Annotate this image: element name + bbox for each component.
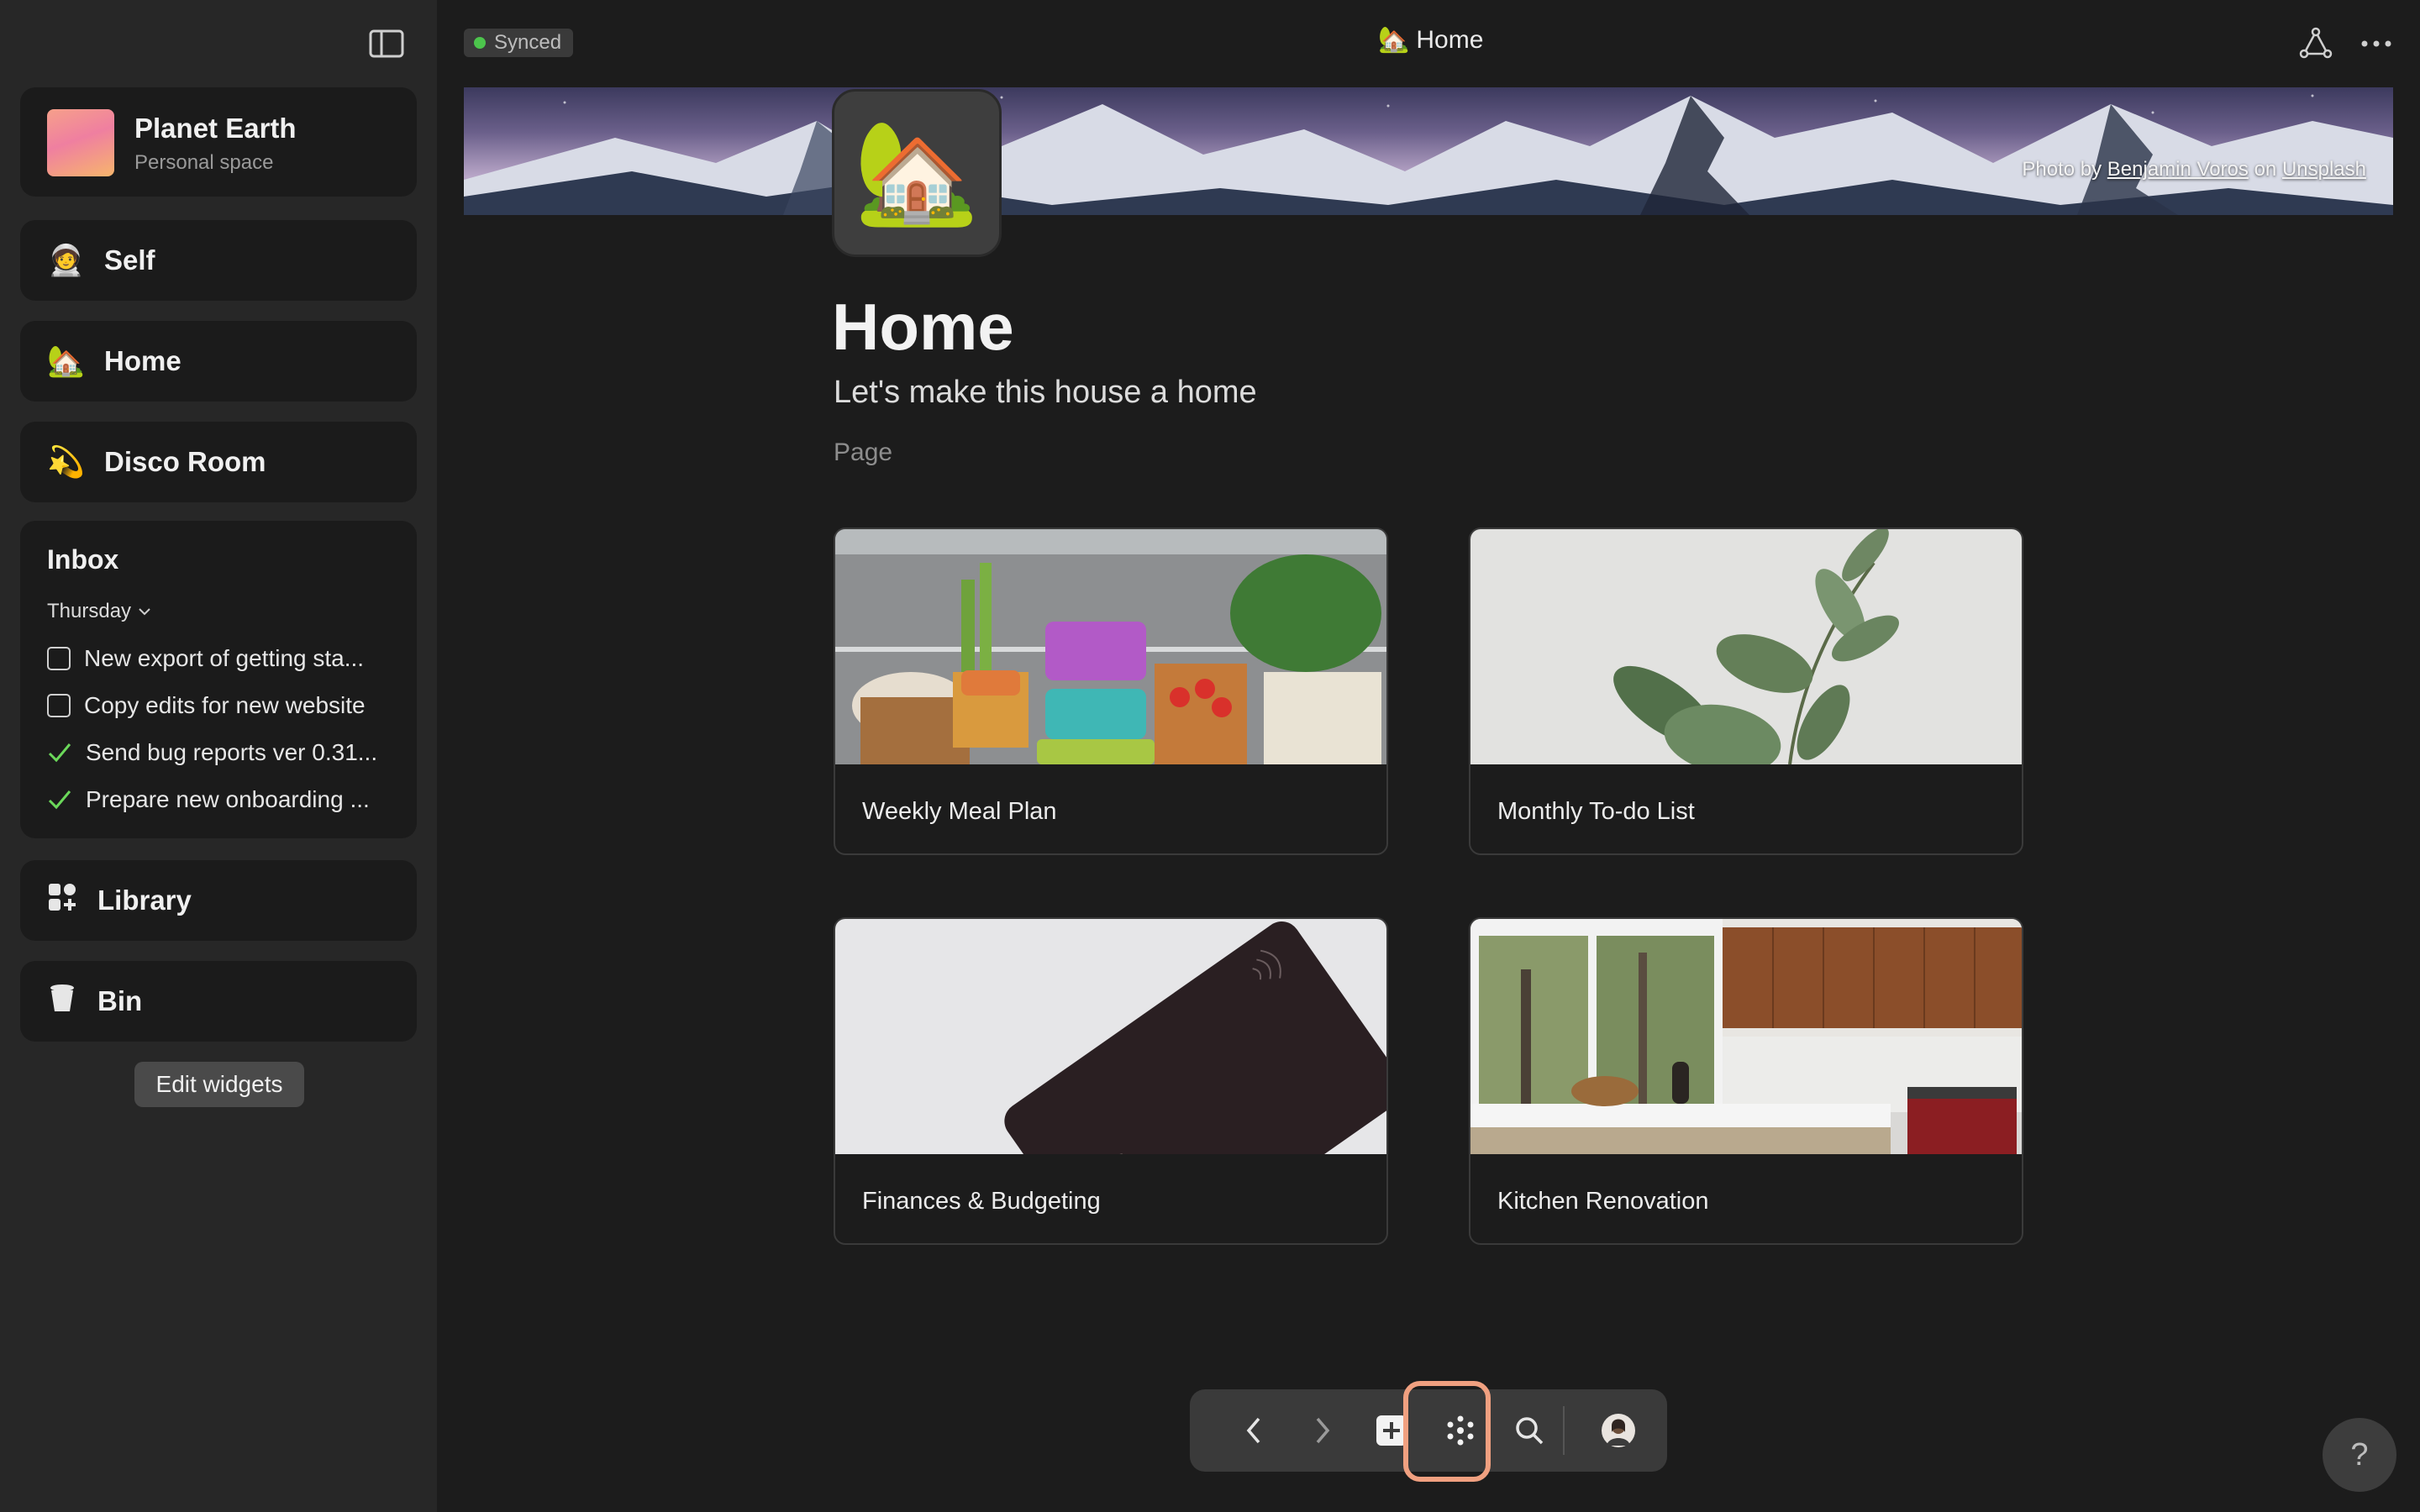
cover-image[interactable]: Photo by Benjamin Voros on Unsplash <box>464 87 2393 215</box>
sidebar-item-label: Self <box>104 244 155 276</box>
photo-author-link[interactable]: Benjamin Voros <box>2107 158 2249 181</box>
sidebar-item-label: Disco Room <box>104 446 266 477</box>
inbox-item[interactable]: Copy edits for new website <box>47 692 408 719</box>
checkmark-icon[interactable] <box>47 787 72 812</box>
house-icon: 🏡 <box>1378 26 1410 54</box>
sidebar-item-disco-room[interactable]: 💫 Disco Room <box>20 422 417 502</box>
tile-cover-image <box>835 919 1386 1154</box>
tile-cover-image <box>1470 919 2022 1154</box>
inbox-title[interactable]: Inbox <box>47 544 118 575</box>
inbox-item-text: Send bug reports ver 0.31... <box>86 739 378 765</box>
page-tile-finances-budgeting[interactable]: Finances & Budgeting <box>834 917 1388 1245</box>
search-icon[interactable] <box>1496 1389 1563 1472</box>
page-tile-weekly-meal-plan[interactable]: Weekly Meal Plan <box>834 528 1388 855</box>
page-subtitle[interactable]: Let's make this house a home <box>834 375 1257 411</box>
breadcrumb[interactable]: 🏡 Home <box>1378 25 1483 55</box>
space-switcher[interactable]: Planet Earth Personal space <box>20 87 417 197</box>
checkmark-icon[interactable] <box>47 740 72 765</box>
back-icon[interactable] <box>1220 1389 1287 1472</box>
inbox-item[interactable]: Prepare new onboarding ... <box>47 786 408 813</box>
inbox-widget: Inbox Thursday New export of getting sta… <box>20 521 417 838</box>
forward-icon[interactable] <box>1289 1389 1356 1472</box>
checkbox-unchecked[interactable] <box>47 647 71 670</box>
dizzy-icon: 💫 <box>47 444 85 479</box>
space-subtitle: Personal space <box>134 151 274 174</box>
inbox-day-label: Thursday <box>47 600 132 622</box>
checkbox-unchecked[interactable] <box>47 694 71 717</box>
sync-status-badge: Synced <box>464 29 574 57</box>
space-avatar <box>47 109 114 176</box>
photo-credit-prefix: Photo by <box>2022 158 2102 181</box>
more-options-icon[interactable] <box>2358 25 2395 62</box>
tile-cover-image <box>835 529 1386 764</box>
astronaut-icon: 🧑‍🚀 <box>47 243 85 277</box>
breadcrumb-title: Home <box>1416 25 1484 54</box>
house-icon: 🏡 <box>47 344 85 378</box>
space-name: Planet Earth <box>134 113 297 144</box>
page-tile-monthly-to-do-list[interactable]: Monthly To-do List <box>1469 528 2023 855</box>
sidebar-item-bin[interactable]: Bin <box>20 961 417 1042</box>
tile-label: Weekly Meal Plan <box>862 798 1057 825</box>
bin-icon <box>47 983 77 1021</box>
photo-credit-on: on <box>2254 158 2277 181</box>
chevron-down-icon <box>139 608 150 616</box>
edit-widgets-button[interactable]: Edit widgets <box>134 1062 304 1107</box>
inbox-day-selector[interactable]: Thursday <box>47 600 151 623</box>
page-type-label: Page <box>834 438 893 466</box>
graph-view-icon[interactable] <box>2297 25 2334 62</box>
sidebar-item-label: Library <box>97 885 192 916</box>
spaces-button-highlight <box>1403 1381 1491 1482</box>
inbox-item[interactable]: New export of getting sta... <box>47 645 408 672</box>
inbox-item-text: Prepare new onboarding ... <box>86 786 370 812</box>
sidebar-item-library[interactable]: Library <box>20 860 417 941</box>
sidebar-item-home[interactable]: 🏡 Home <box>20 321 417 402</box>
sidebar-item-self[interactable]: 🧑‍🚀 Self <box>20 220 417 301</box>
tile-label: Kitchen Renovation <box>1497 1188 1709 1215</box>
inbox-item-text: New export of getting sta... <box>84 645 365 671</box>
sidebar-toggle-icon[interactable] <box>368 29 405 59</box>
page-icon[interactable]: 🏡 <box>832 89 1002 257</box>
avatar[interactable] <box>1585 1389 1652 1472</box>
inbox-item[interactable]: Send bug reports ver 0.31... <box>47 739 408 766</box>
sync-dot-icon <box>474 37 486 49</box>
sidebar: Planet Earth Personal space 🧑‍🚀 Self 🏡 H… <box>0 0 437 1512</box>
toolbar-divider <box>1563 1406 1565 1455</box>
sidebar-item-label: Bin <box>97 985 143 1016</box>
sync-status-text: Synced <box>494 31 562 54</box>
tile-label: Monthly To-do List <box>1497 798 1695 825</box>
library-icon <box>47 882 77 920</box>
tile-label: Finances & Budgeting <box>862 1188 1101 1215</box>
photo-credit: Photo by Benjamin Voros on Unsplash <box>2022 158 2366 181</box>
tile-cover-image <box>1470 529 2022 764</box>
help-button[interactable]: ? <box>2323 1418 2396 1492</box>
inbox-item-text: Copy edits for new website <box>84 692 366 718</box>
sidebar-item-label: Home <box>104 345 182 376</box>
photo-source-link[interactable]: Unsplash <box>2282 158 2366 181</box>
page-tile-kitchen-renovation[interactable]: Kitchen Renovation <box>1469 917 2023 1245</box>
page-title[interactable]: Home <box>832 289 1014 365</box>
